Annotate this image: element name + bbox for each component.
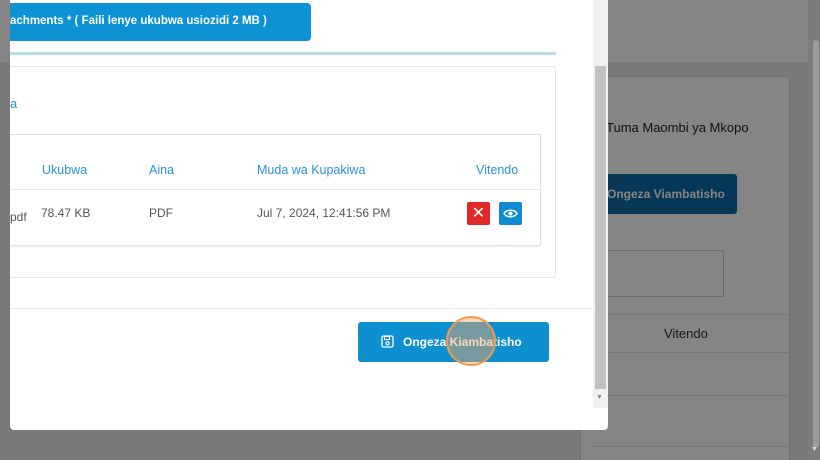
file-size-cell: 78.47 KB <box>41 206 91 220</box>
eye-icon <box>503 209 518 218</box>
delete-attachment-button[interactable]: ✕ <box>467 202 490 225</box>
page-scroll-down-arrow-icon[interactable]: ▼ <box>811 446 818 453</box>
column-header-type: Aina <box>149 163 175 177</box>
save-icon <box>381 335 394 348</box>
column-header-upload-time: Muda wa Kupakiwa <box>257 163 366 177</box>
close-icon: ✕ <box>471 205 486 222</box>
page-scrollbar-thumb[interactable] <box>813 40 819 448</box>
click-indicator <box>446 316 496 366</box>
modal-scroll-down-arrow-icon[interactable]: ▼ <box>596 394 603 401</box>
attachments-label: achments * ( Faili lenye ukubwa usiozidi… <box>10 3 311 41</box>
column-header-actions: Vitendo <box>476 163 519 177</box>
file-upload-time-cell: Jul 7, 2024, 12:41:56 PM <box>257 206 391 220</box>
file-name-cell: pdf <box>10 210 27 224</box>
column-header-size: Ukubwa <box>42 163 88 177</box>
modal-scrollbar-thumb[interactable] <box>595 66 606 389</box>
table-header-divider <box>10 189 541 190</box>
attachments-table <box>10 134 541 246</box>
file-type-cell: PDF <box>149 206 173 220</box>
attachments-modal: achments * ( Faili lenye ukubwa usiozidi… <box>10 0 608 430</box>
section-divider <box>10 52 556 55</box>
modal-footer-divider <box>10 308 593 309</box>
attachments-card-title: a <box>10 96 18 111</box>
view-attachment-button[interactable] <box>499 202 522 225</box>
